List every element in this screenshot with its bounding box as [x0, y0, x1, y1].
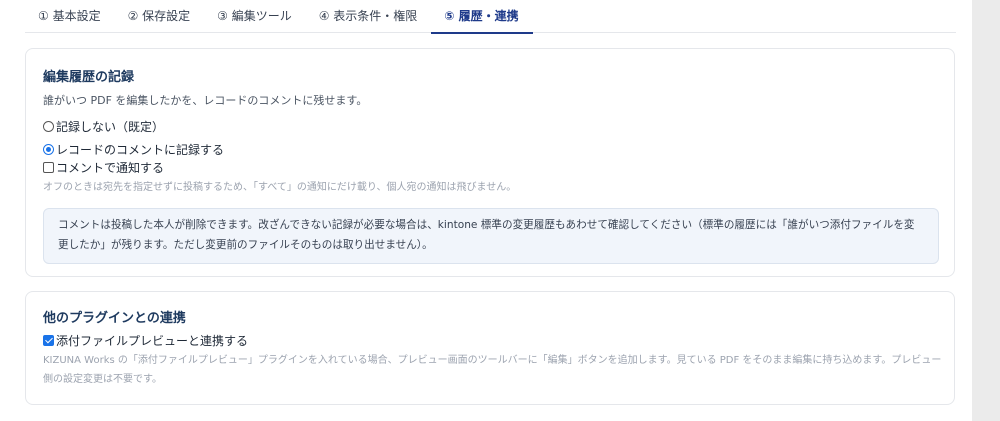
preview-integration-checkbox[interactable]	[43, 335, 54, 346]
scrollbar-track[interactable]	[972, 0, 1000, 421]
option-preview-integration[interactable]: 添付ファイルプレビューと連携する	[43, 332, 248, 349]
integration-title: 他のプラグインとの連携	[43, 311, 186, 326]
option-no-record-label: 記録しない（既定）	[56, 120, 165, 134]
notify-comment-checkbox[interactable]	[43, 162, 54, 173]
tab-history-integration[interactable]: ⑤ 履歴・連携	[431, 0, 533, 34]
option-record-comment[interactable]: レコードのコメントに記録する	[43, 141, 224, 158]
option-preview-integration-label: 添付ファイルプレビューと連携する	[56, 334, 249, 348]
tab-save-settings[interactable]: ② 保存設定	[115, 0, 205, 32]
settings-tabs: ① 基本設定 ② 保存設定 ③ 編集ツール ④ 表示条件・権限 ⑤ 履歴・連携	[25, 0, 956, 34]
option-record-comment-label: レコードのコメントに記録する	[56, 143, 225, 157]
integration-hint: KIZUNA Works の「添付ファイルプレビュー」プラグインを入れている場合…	[43, 355, 942, 385]
history-note-box: コメントは投稿した本人が削除できます。改ざんできない記録が必要な場合は、kint…	[43, 208, 939, 264]
history-card: 編集履歴の記録 誰がいつ PDF を編集したかを、レコードのコメントに残せます。…	[25, 48, 955, 277]
option-notify-comment-label: コメントで通知する	[56, 161, 165, 175]
option-no-record[interactable]: 記録しない（既定）	[43, 118, 164, 135]
record-comment-radio[interactable]	[43, 144, 54, 155]
settings-page: ① 基本設定 ② 保存設定 ③ 編集ツール ④ 表示条件・権限 ⑤ 履歴・連携 …	[0, 0, 1000, 421]
history-note-text: コメントは投稿した本人が削除できます。改ざんできない記録が必要な場合は、kint…	[58, 219, 915, 251]
no-record-radio[interactable]	[43, 121, 54, 132]
history-description: 誰がいつ PDF を編集したかを、レコードのコメントに残せます。	[43, 94, 368, 107]
tab-basic-settings[interactable]: ① 基本設定	[25, 0, 115, 32]
tab-display-permissions[interactable]: ④ 表示条件・権限	[306, 0, 432, 32]
integration-card: 他のプラグインとの連携 添付ファイルプレビューと連携する KIZUNA Work…	[25, 291, 955, 405]
option-notify-comment[interactable]: コメントで通知する	[43, 159, 164, 176]
notify-hint: オフのときは宛先を指定せずに投稿するため、「すべて」の通知にだけ載り、個人宛の通…	[43, 182, 517, 193]
tab-edit-tools[interactable]: ③ 編集ツール	[204, 0, 306, 32]
history-title: 編集履歴の記録	[43, 70, 135, 85]
